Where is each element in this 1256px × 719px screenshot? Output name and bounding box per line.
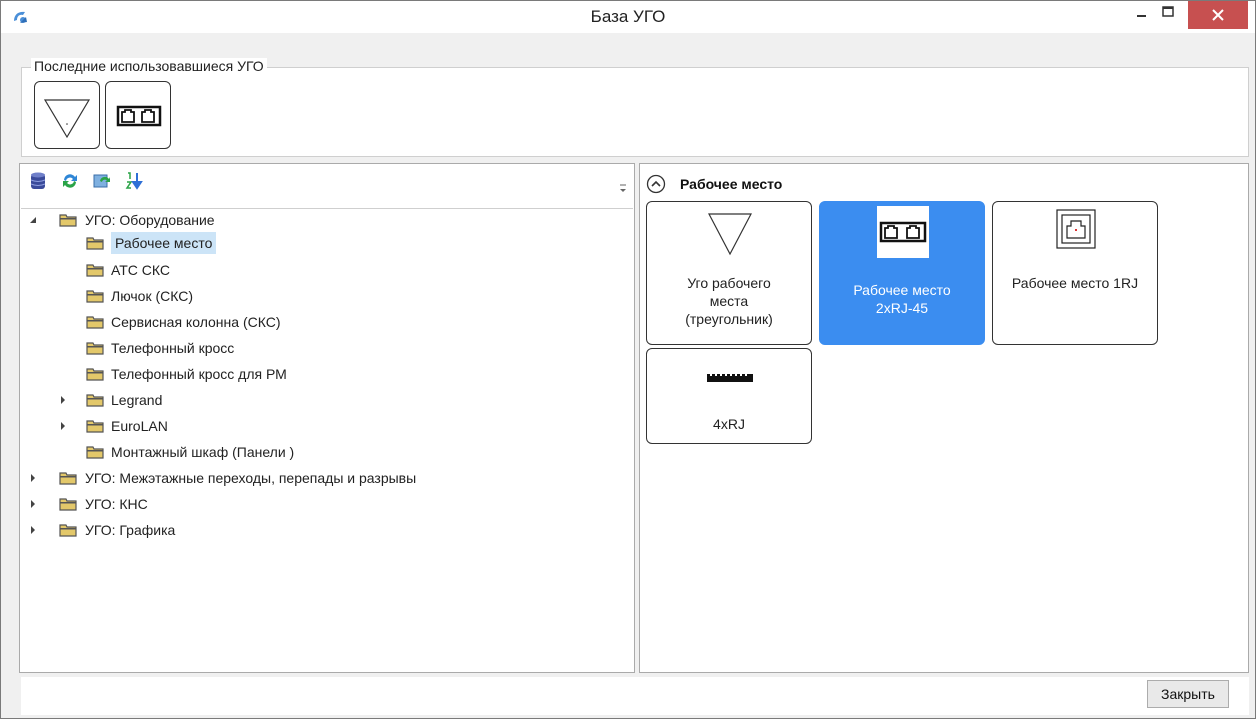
symbol-tile-triangle[interactable]: Уго рабочего места (треугольник) (646, 201, 812, 345)
tree-node-label: Сервисная колонна (СКС) (111, 314, 281, 330)
close-window-button[interactable] (1188, 1, 1248, 29)
folder-icon (86, 446, 104, 459)
symbol-tile-double-rj45[interactable]: Рабочее место 2xRJ-45 (819, 201, 985, 345)
sort-icon[interactable] (124, 171, 144, 191)
folder-icon (86, 316, 104, 329)
tree-node-label: Рабочее место (111, 232, 217, 254)
recent-symbol-double-rj45[interactable] (105, 81, 171, 149)
refresh-icon[interactable] (60, 171, 80, 191)
tree-node-phone-cross-rm[interactable]: Телефонный кросс для РМ (29, 363, 629, 385)
tree-node-label: EuroLAN (111, 418, 168, 434)
tree-node-mounting-cabinet[interactable]: Монтажный шкаф (Панели ) (29, 441, 629, 463)
triangle-symbol-icon (43, 99, 91, 139)
database-icon[interactable] (28, 171, 48, 191)
tile-label-line: Рабочее место 1RJ (1011, 275, 1139, 291)
folder-icon (86, 264, 104, 277)
tile-label-line: Уго рабочего (687, 275, 771, 291)
maximize-button[interactable] (1155, 1, 1181, 25)
folder-icon (86, 342, 104, 355)
folder-icon (59, 524, 77, 537)
tile-label-line: места (709, 293, 749, 309)
tree-node-phone-cross[interactable]: Телефонный кросс (29, 337, 629, 359)
category-tree: УГО: Оборудование Рабочее место АТС СКС … (21, 208, 633, 671)
group-title: Рабочее место (680, 176, 783, 192)
window-title: База УГО (590, 7, 666, 26)
double-rj45-symbol-icon (877, 206, 929, 258)
tree-node-label: АТС СКС (111, 262, 171, 278)
tree-node-label: УГО: Графика (85, 522, 176, 538)
tree-node-label: УГО: КНС (85, 496, 148, 512)
expanded-arrow-icon (30, 217, 36, 223)
folder-icon (86, 394, 104, 407)
close-icon (1212, 9, 1224, 21)
tree-node-workplace[interactable]: Рабочее место (29, 232, 629, 254)
symbol-tile-4xrj[interactable]: 4xRJ (646, 348, 812, 444)
tree-node-eurolan[interactable]: EuroLAN (29, 415, 629, 437)
tree-node-ats-sks[interactable]: АТС СКС (29, 259, 629, 281)
tile-label-line: (треугольник) (685, 311, 773, 327)
tree-node-label: Монтажный шкаф (Панели ) (111, 444, 295, 460)
toolbar-overflow-icon[interactable] (618, 182, 628, 194)
triangle-symbol-icon (708, 213, 752, 256)
quad-rj-symbol-icon (707, 374, 753, 382)
collapsed-arrow-icon (61, 396, 65, 404)
tree-node-ugo-graphics[interactable]: УГО: Графика (29, 519, 629, 541)
folder-icon (59, 498, 77, 511)
folder-icon (59, 214, 77, 227)
tree-node-ugo-transitions[interactable]: УГО: Межэтажные переходы, перепады и раз… (29, 467, 629, 489)
dialog-window: База УГО Последние использовавшиеся УГО (0, 0, 1256, 719)
tile-label-line: 2xRJ-45 (875, 300, 929, 316)
collapsed-arrow-icon (61, 422, 65, 430)
tree-node-label: Телефонный кросс (111, 340, 235, 356)
collapsed-arrow-icon (31, 526, 35, 534)
recent-symbol-triangle[interactable] (34, 81, 100, 149)
tree-node-label: УГО: Оборудование (85, 212, 215, 228)
double-rj45-symbol-icon (116, 105, 162, 127)
minimize-button[interactable] (1128, 1, 1154, 25)
tree-node-label: Телефонный кросс для РМ (111, 366, 287, 382)
folder-icon (59, 472, 77, 485)
footer-bar (21, 677, 1249, 715)
tree-node-ugo-equipment[interactable]: УГО: Оборудование (29, 209, 629, 231)
title-bar: База УГО (1, 1, 1255, 33)
collapsed-arrow-icon (31, 474, 35, 482)
tree-node-legrand[interactable]: Legrand (29, 389, 629, 411)
minimize-icon (1137, 15, 1146, 17)
symbol-tile-1rj[interactable]: Рабочее место 1RJ (992, 201, 1158, 345)
recent-symbols-legend: Последние использовавшиеся УГО (31, 58, 267, 74)
folder-icon (86, 290, 104, 303)
single-rj-symbol-icon (1056, 209, 1096, 249)
collapse-group-icon[interactable] (646, 174, 666, 194)
tree-node-label: Лючок (СКС) (111, 288, 194, 304)
close-button[interactable]: Закрыть (1147, 680, 1229, 708)
recent-symbols-group (21, 67, 1249, 157)
collapsed-arrow-icon (31, 500, 35, 508)
folder-icon (86, 237, 104, 250)
folder-icon (86, 368, 104, 381)
tree-node-service-column[interactable]: Сервисная колонна (СКС) (29, 311, 629, 333)
tile-label-line: 4xRJ (713, 416, 745, 432)
tree-node-ugo-kns[interactable]: УГО: КНС (29, 493, 629, 515)
sync-icon[interactable] (92, 171, 112, 191)
tile-label-line: Рабочее место (853, 282, 951, 298)
tree-node-floor-box[interactable]: Лючок (СКС) (29, 285, 629, 307)
tree-node-label: Legrand (111, 392, 163, 408)
maximize-icon (1162, 6, 1174, 17)
tree-node-label: УГО: Межэтажные переходы, перепады и раз… (85, 470, 417, 486)
folder-icon (86, 420, 104, 433)
